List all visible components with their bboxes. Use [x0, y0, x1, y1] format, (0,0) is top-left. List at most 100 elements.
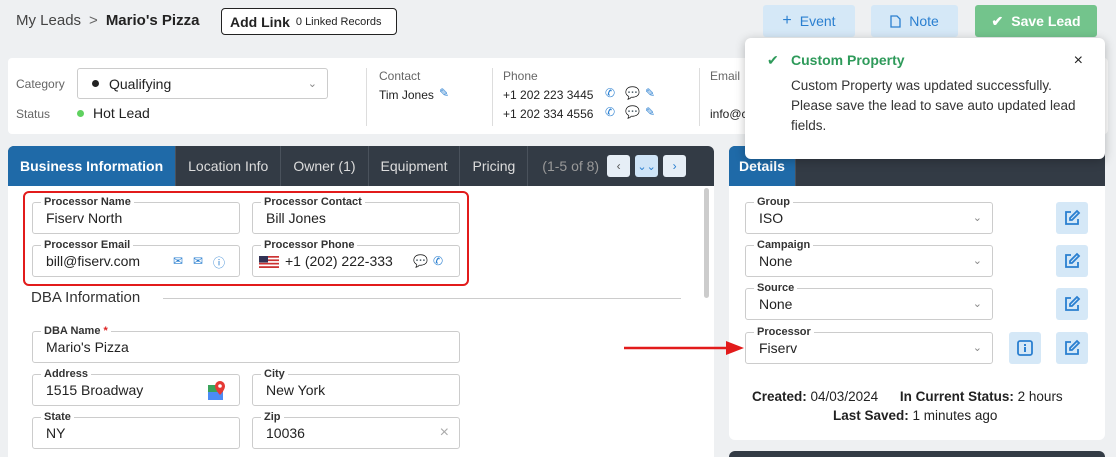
zip-value: 10036 [266, 425, 305, 441]
dba-name-field[interactable]: DBA Name * Mario's Pizza [32, 325, 460, 363]
edit-processor-button[interactable] [1056, 332, 1088, 364]
category-value: Qualifying [109, 76, 172, 92]
last-saved-value: 1 minutes ago [912, 408, 998, 423]
map-icon[interactable] [208, 381, 226, 401]
tab-location-info[interactable]: Location Info [176, 146, 282, 186]
source-value: None [759, 296, 793, 312]
state-label: State [41, 411, 74, 423]
add-link-button[interactable]: Add Link 0 Linked Records [221, 8, 397, 35]
phone-icon[interactable]: ✆ [433, 254, 443, 268]
phone-2[interactable]: +1 202 334 4556 [503, 107, 593, 121]
processor-email-value: bill@fiserv.com [46, 253, 141, 269]
mail-open-icon[interactable]: ✉ [193, 254, 203, 268]
processor-name-label: Processor Name [41, 196, 134, 208]
group-select[interactable]: Group ISO ⌄ [745, 196, 993, 234]
annotation-arrow-icon [624, 341, 744, 355]
processor-name-field[interactable]: Processor Name Fiserv North [32, 196, 240, 234]
zip-label: Zip [261, 411, 284, 423]
tab-equipment[interactable]: Equipment [369, 146, 461, 186]
edit-campaign-button[interactable] [1056, 245, 1088, 277]
processor-email-label: Processor Email [41, 239, 134, 251]
processor-name-value: Fiserv North [46, 210, 123, 226]
processor-info-button[interactable] [1009, 332, 1041, 364]
success-toast: ✔ Custom Property × Custom Property was … [745, 38, 1105, 159]
current-status-label: In Current Status: [899, 389, 1014, 404]
edit-group-button[interactable] [1056, 202, 1088, 234]
save-lead-button[interactable]: ✔ Save Lead [975, 5, 1097, 37]
breadcrumb-root[interactable]: My Leads [16, 12, 81, 29]
chevron-down-icon: ⌄ [972, 212, 982, 224]
phone-1[interactable]: +1 202 223 3445 [503, 88, 593, 102]
scrollbar[interactable] [704, 188, 709, 298]
address-field[interactable]: Address 1515 Broadway [32, 368, 240, 406]
status-value: Hot Lead [93, 105, 150, 121]
source-select[interactable]: Source None ⌄ [745, 282, 993, 320]
processor-contact-field[interactable]: Processor Contact Bill Jones [252, 196, 460, 234]
chevron-down-icon: ⌄ [307, 78, 317, 90]
close-icon[interactable]: × [1074, 52, 1083, 70]
add-link-label: Add Link [230, 13, 290, 30]
required-mark: * [103, 325, 108, 337]
chevron-left-icon[interactable]: ‹ [607, 155, 631, 177]
tab-pricing[interactable]: Pricing [460, 146, 529, 186]
processor-email-field[interactable]: Processor Email bill@fiserv.com ✉ ✉ ⓘ [32, 239, 240, 277]
event-label: Event [799, 13, 836, 29]
address-value: 1515 Broadway [46, 382, 144, 398]
toast-message: Custom Property was updated successfully… [791, 78, 1076, 133]
contact-value[interactable]: Tim Jones [379, 88, 434, 102]
help-icon[interactable]: ⓘ [213, 254, 225, 271]
double-chevron-down-icon[interactable]: ⌄⌄ [635, 155, 659, 177]
pencil-icon[interactable]: ✎ [439, 86, 449, 100]
group-label: Group [754, 196, 793, 208]
save-lead-label: Save Lead [1011, 13, 1081, 29]
pencil-icon[interactable]: ✎ [645, 86, 655, 100]
category-label: Category [16, 77, 65, 91]
check-icon: ✔ [767, 52, 779, 68]
breadcrumb: My Leads > Mario's Pizza [16, 12, 199, 29]
toast-title: Custom Property [791, 52, 905, 68]
campaign-select[interactable]: Campaign None ⌄ [745, 239, 993, 277]
city-field[interactable]: City New York [252, 368, 460, 406]
zip-field[interactable]: Zip 10036 × [252, 411, 460, 449]
business-panel: Business Information Location Info Owner… [8, 146, 714, 457]
sms-icon[interactable]: 💬 [413, 254, 428, 268]
add-event-button[interactable]: + Event [763, 5, 855, 37]
details-panel: Details Group ISO ⌄ Campaign None ⌄ Sour… [729, 146, 1105, 440]
tab-range: (1-5 of 8) [542, 158, 600, 174]
dba-name-label: DBA Name * [41, 325, 111, 337]
state-field[interactable]: State NY [32, 411, 240, 449]
email-label: Email [710, 69, 741, 83]
last-saved-info: Last Saved: 1 minutes ago [833, 408, 997, 423]
file-icon [890, 14, 901, 28]
phone-label: Phone [503, 69, 538, 83]
add-note-button[interactable]: Note [871, 5, 958, 37]
processor-phone-field[interactable]: Processor Phone +1 (202) 222-333 💬 ✆ [252, 239, 460, 277]
processor-label: Processor [754, 326, 814, 338]
dba-name-value: Mario's Pizza [46, 339, 129, 355]
mail-icon[interactable]: ✉ [173, 254, 183, 268]
processor-select[interactable]: Processor Fiserv ⌄ [745, 326, 993, 364]
tab-business-information[interactable]: Business Information [8, 146, 177, 186]
processor-phone-label: Processor Phone [261, 239, 358, 251]
page-title: Mario's Pizza [105, 12, 200, 29]
edit-icon [1065, 252, 1081, 268]
edit-source-button[interactable] [1056, 288, 1088, 320]
phone-icon[interactable]: ✆ [605, 86, 615, 100]
state-value: NY [46, 425, 66, 441]
chevron-right-icon[interactable]: › [663, 155, 687, 177]
pencil-icon[interactable]: ✎ [645, 105, 655, 119]
sms-icon[interactable]: 💬 [625, 86, 640, 100]
breadcrumb-separator: > [89, 12, 98, 29]
phone-icon[interactable]: ✆ [605, 105, 615, 119]
email-value[interactable]: info@c [710, 107, 748, 121]
clear-icon[interactable]: × [440, 424, 449, 442]
us-flag-icon [259, 256, 279, 268]
created-label: Created: [752, 389, 807, 404]
chevron-down-icon: ⌄ [972, 255, 982, 267]
source-label: Source [754, 282, 798, 294]
sms-icon[interactable]: 💬 [625, 105, 640, 119]
processor-value: Fiserv [759, 340, 798, 356]
tab-owner[interactable]: Owner (1) [281, 146, 369, 186]
divider [699, 68, 700, 126]
category-select[interactable]: Qualifying ⌄ [77, 68, 328, 99]
